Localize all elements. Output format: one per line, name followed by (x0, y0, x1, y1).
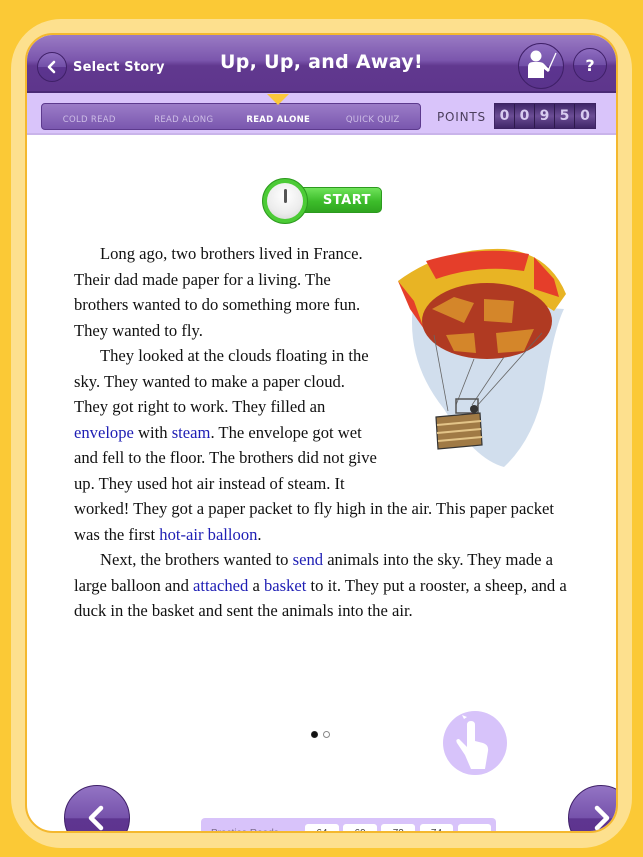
points-digit: 0 (495, 104, 515, 128)
next-page-button[interactable] (568, 785, 616, 831)
chevron-right-icon (594, 805, 610, 831)
reading-panel: Select Story Up, Up, and Away! ? COLD RE… (25, 33, 618, 833)
hot-air-balloon-illustration (398, 248, 566, 467)
vocab-word-envelope[interactable]: envelope (74, 423, 134, 442)
help-icon: ? (585, 55, 595, 75)
start-button[interactable]: START (262, 178, 384, 226)
start-label: START (322, 192, 371, 208)
practice-read-score (457, 823, 492, 831)
practice-read-score: 74 (419, 823, 454, 831)
page-dot[interactable] (323, 731, 330, 738)
teacher-button[interactable] (518, 43, 564, 89)
mode-tabs: COLD READ READ ALONG READ ALONE QUICK QU… (41, 103, 421, 130)
vocab-word-steam[interactable]: steam (172, 423, 211, 442)
practice-read-score: 72 (381, 823, 416, 831)
page-dot-active[interactable] (311, 731, 318, 738)
story-paragraph: Next, the brothers wanted to send animal… (74, 550, 567, 620)
teacher-icon (528, 50, 557, 78)
practice-reads-bar: Practice Reads 64 69 72 74 (201, 818, 496, 831)
previous-page-button[interactable] (64, 785, 130, 831)
tab-quick-quiz[interactable]: QUICK QUIZ (326, 115, 421, 129)
points-digit: 0 (575, 104, 595, 128)
practice-read-score: 64 (305, 823, 339, 831)
points-counter: 0 0 9 5 0 (494, 103, 596, 129)
vocab-word-hot-air-balloon[interactable]: hot-air balloon (159, 525, 257, 544)
vocab-word-attached[interactable]: attached (193, 576, 248, 595)
vocab-word-basket[interactable]: basket (264, 576, 306, 595)
power-knob-icon (262, 178, 308, 224)
points-digit: 5 (555, 104, 575, 128)
tab-read-alone[interactable]: READ ALONE (231, 115, 326, 129)
practice-reads-label: Practice Reads (211, 828, 305, 831)
page-indicator (311, 731, 330, 738)
tab-read-along[interactable]: READ ALONG (137, 115, 232, 129)
points-digit: 0 (515, 104, 535, 128)
swipe-hint-hand-icon (443, 711, 507, 775)
chevron-left-icon (88, 805, 104, 831)
practice-read-score: 69 (343, 823, 377, 831)
story-text: Long ago, two brothers lived in France. … (74, 241, 574, 624)
points-label: POINTS (437, 110, 486, 124)
header-bar: Select Story Up, Up, and Away! ? (27, 35, 616, 93)
mode-bar: COLD READ READ ALONG READ ALONE QUICK QU… (27, 93, 616, 135)
help-button[interactable]: ? (573, 48, 607, 82)
points-digit: 9 (535, 104, 555, 128)
vocab-word-send[interactable]: send (293, 550, 323, 569)
tab-cold-read[interactable]: COLD READ (42, 115, 137, 129)
